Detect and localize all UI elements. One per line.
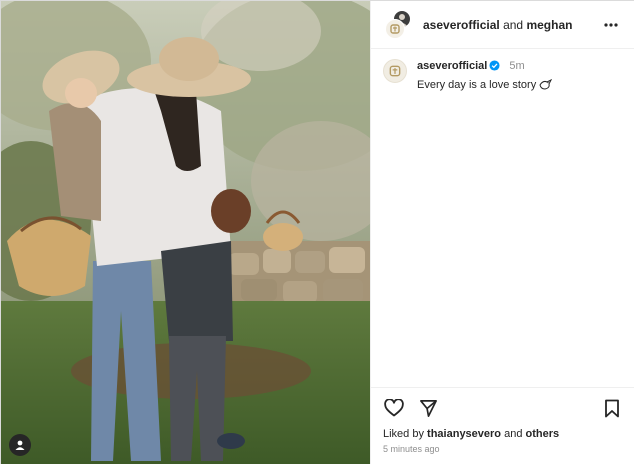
dove-icon	[539, 78, 553, 94]
caption-avatar[interactable]	[383, 59, 407, 83]
post-header: aseverofficial and meghan	[371, 1, 634, 49]
primary-username-link[interactable]: aseverofficial	[423, 18, 500, 32]
post-side-panel: aseverofficial and meghan aseverofficial…	[370, 1, 634, 464]
liked-by-user-link[interactable]: thaianysevero	[427, 428, 501, 440]
photo-illustration	[1, 1, 370, 464]
collab-usernames: aseverofficial and meghan	[423, 18, 572, 32]
post-footer: Liked by thaianysevero and others 5 minu…	[371, 387, 634, 464]
caption-text-line: Every day is a love story	[417, 78, 553, 94]
post-caption: aseverofficial 5m Every day is a love sto…	[371, 49, 634, 94]
send-icon[interactable]	[417, 397, 439, 419]
likes-prefix: Liked by	[383, 428, 424, 440]
caption-body: aseverofficial 5m Every day is a love sto…	[417, 59, 553, 94]
caption-username-link[interactable]: aseverofficial	[417, 60, 487, 72]
collab-conjunction: and	[503, 17, 524, 32]
aseverofficial-avatar[interactable]	[385, 18, 405, 39]
user-tag-icon[interactable]	[9, 434, 31, 456]
secondary-username-link[interactable]: meghan	[526, 18, 572, 32]
instagram-post-window: aseverofficial and meghan aseverofficial…	[0, 0, 634, 464]
caption-time-ago[interactable]: 5m	[509, 60, 524, 72]
post-timestamp[interactable]: 5 minutes ago	[383, 444, 623, 454]
likes-others-link[interactable]: others	[526, 428, 560, 440]
more-horizontal-icon[interactable]	[599, 13, 623, 37]
post-photo[interactable]	[1, 1, 370, 464]
action-bar	[383, 396, 623, 420]
likes-summary: Liked by thaianysevero and others	[383, 428, 623, 440]
bookmark-icon[interactable]	[601, 397, 623, 419]
likes-conjunction: and	[504, 428, 523, 440]
collab-avatars[interactable]	[383, 9, 413, 40]
heart-icon[interactable]	[383, 397, 405, 419]
verified-badge-icon	[489, 60, 500, 75]
caption-text: Every day is a love story	[417, 79, 537, 91]
